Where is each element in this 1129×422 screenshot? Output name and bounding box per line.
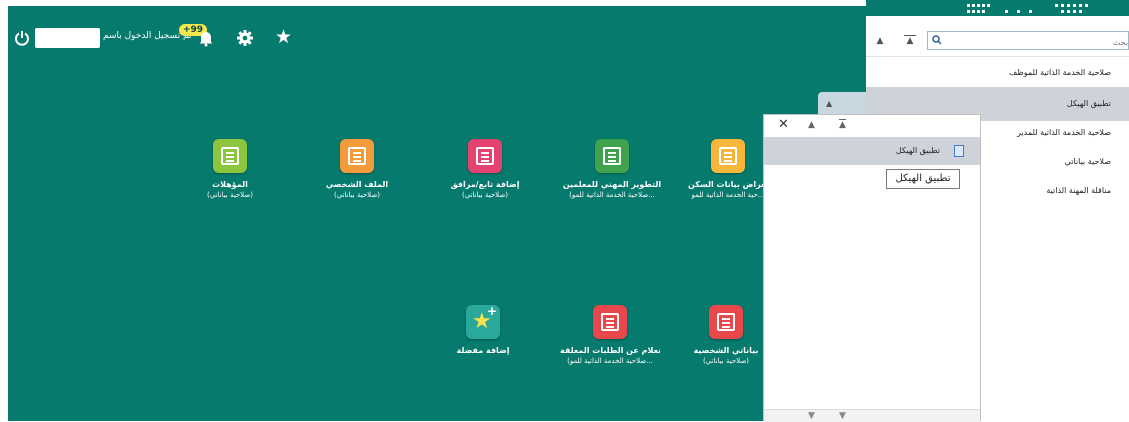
list-icon — [711, 139, 745, 173]
list-icon — [709, 305, 743, 339]
tile-my-personal-data[interactable]: بياناتي الشخصية (صلاحية بياناتي) — [688, 305, 764, 366]
logo-pattern-icon — [967, 4, 1088, 13]
list-icon — [595, 139, 629, 173]
bell-icon[interactable] — [197, 29, 215, 47]
document-icon — [954, 145, 964, 157]
tile-title: إضافة مفضلة — [456, 346, 510, 355]
gear-icon[interactable] — [236, 29, 254, 47]
collapsed-panel-tab[interactable]: ▲ — [818, 92, 866, 114]
tile-add-favorite[interactable]: ★ + إضافة مفضلة — [433, 305, 533, 356]
tooltip: تطبيق الهيكل — [886, 169, 960, 189]
submenu-item-label: تطبيق الهيكل — [895, 146, 940, 155]
tile-title: تعراض بيانات السكن — [688, 180, 768, 189]
star-icon[interactable]: ★ — [275, 27, 292, 47]
tile-title: الاستعلام عن الطلبات المعلقة — [560, 346, 660, 355]
list-item-label: تطبيق الهيكل — [1066, 99, 1111, 108]
collapse-all-icon[interactable]: ▲ — [839, 119, 846, 130]
tile-subtitle: (صلاحية الخدمة الذاتية للمو... — [567, 357, 653, 365]
list-item-label: صلاحية الخدمة الذاتية للموظف — [1009, 68, 1111, 77]
tile-subtitle: (صلاحية بياناتي) — [206, 191, 254, 199]
expand-down-icon[interactable]: ▼ — [808, 411, 815, 421]
collapse-up-icon[interactable]: ▲ — [808, 120, 815, 130]
tile-housing-data[interactable]: تعراض بيانات السكن حية الخدمة الذاتية لل… — [688, 139, 768, 200]
tile-subtitle: (صلاحية الخدمة الذاتية للمو... — [569, 191, 655, 199]
submenu-footer: ▼ ▼ — [764, 409, 980, 422]
user-name-box — [35, 28, 100, 48]
collapse-up-icon[interactable]: ▲ — [826, 99, 832, 108]
list-item-label: صلاحية بياناتي — [1064, 157, 1111, 166]
close-icon[interactable]: ✕ — [778, 118, 789, 131]
search-input[interactable] — [946, 33, 1129, 51]
list-icon — [340, 139, 374, 173]
right-list-item-employee-self-service[interactable]: صلاحية الخدمة الذاتية للموظف — [866, 56, 1129, 90]
tile-personal-file[interactable]: الملف الشخصي (صلاحية بياناتي) — [307, 139, 407, 200]
list-icon — [213, 139, 247, 173]
add-favorite-icon: ★ + — [466, 305, 500, 339]
tile-subtitle: (صلاحية بياناتي) — [333, 191, 381, 199]
tile-title: المؤهلات — [212, 180, 248, 189]
search-icon[interactable] — [932, 35, 942, 45]
logged-in-label: تم تسجيل الدخول باسم — [103, 31, 192, 41]
submenu-toolbar: ✕ ▲ ▲ — [764, 115, 980, 135]
list-icon — [468, 139, 502, 173]
tile-subtitle: (صلاحية بياناتي) — [702, 357, 750, 365]
tile-pending-requests[interactable]: الاستعلام عن الطلبات المعلقة (صلاحية الخ… — [560, 305, 660, 366]
list-icon — [593, 305, 627, 339]
tile-title: الملف الشخصي — [325, 180, 389, 189]
list-item-label: مناقلة المهنة الذاتية — [1046, 186, 1111, 195]
tile-qualifications[interactable]: المؤهلات (صلاحية بياناتي) — [180, 139, 280, 200]
power-icon[interactable] — [13, 29, 31, 47]
tile-title: بياناتي الشخصية — [693, 346, 759, 355]
collapse-up-icon[interactable]: ▲ — [874, 35, 886, 47]
tile-teacher-development[interactable]: التطوير المهني للمعلمين (صلاحية الخدمة ا… — [562, 139, 662, 200]
list-item-label: صلاحية الخدمة الذاتية للمدير — [1016, 128, 1111, 137]
search-field[interactable] — [927, 31, 1129, 51]
tile-subtitle: (صلاحية بياناتي) — [461, 191, 509, 199]
tile-title: التطوير المهني للمعلمين — [562, 180, 662, 189]
collapse-all-icon[interactable]: ▲ — [904, 35, 916, 47]
tile-add-dependent[interactable]: إضافة تابع/مرافق (صلاحية بياناتي) — [435, 139, 535, 200]
expand-all-icon[interactable]: ▼ — [839, 411, 846, 421]
tile-subtitle: حية الخدمة الذاتية للمو... — [691, 191, 765, 199]
tile-title: إضافة تابع/مرافق — [450, 180, 520, 189]
submenu-item-structure-app[interactable]: تطبيق الهيكل — [764, 137, 980, 165]
